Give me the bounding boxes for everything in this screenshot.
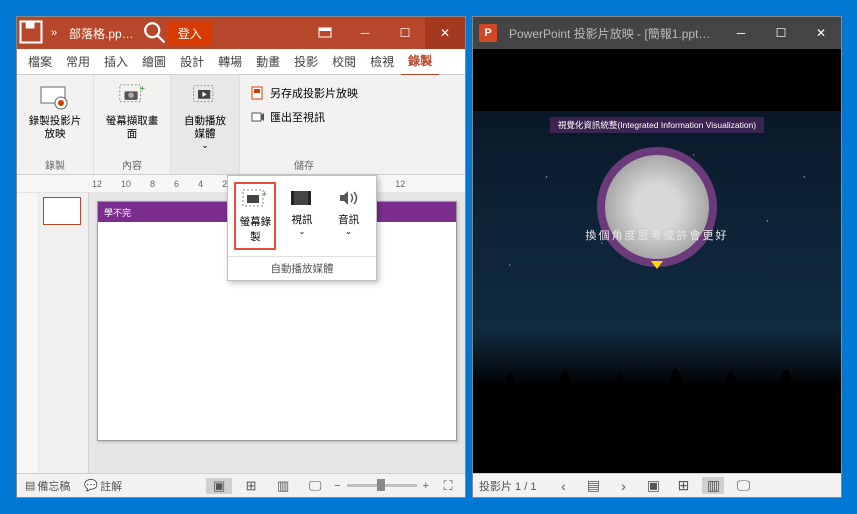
tab-recording[interactable]: 錄製 [401, 48, 439, 76]
statusbar: 投影片 1 / 1 ‹ ▤ › ▣ ⊞ ▥ 🖵 [473, 473, 841, 497]
autoplay-media-button[interactable]: 自動播放媒體 ⌄ [177, 77, 233, 155]
maximize-button[interactable]: ☐ [385, 17, 425, 49]
ribbon-tabs: 檔案 常用 插入 繪圖 設計 轉場 動畫 投影 校閱 檢視 錄製 [17, 49, 465, 75]
document-title: 部落格.pp… [63, 25, 140, 42]
normal-view-button[interactable]: ▣ [642, 477, 664, 494]
powerpoint-slideshow-window: P PowerPoint 投影片放映 - [簡報1.ppt… ─ ☐ ✕ 視覺化… [472, 16, 842, 498]
ribbon-display-icon[interactable] [305, 17, 345, 49]
cmd-label: 匯出至視訊 [270, 109, 325, 125]
vertical-ruler [17, 193, 39, 473]
minimize-button[interactable]: ─ [345, 17, 385, 49]
tab-file[interactable]: 檔案 [21, 49, 59, 75]
audio-option[interactable]: 音訊 ⌄ [328, 182, 370, 250]
export-video-button[interactable]: 匯出至視訊 [246, 107, 329, 127]
prev-slide-button[interactable]: ‹ [552, 478, 574, 494]
window-title: PowerPoint 投影片放映 - [簡報1.ppt… [503, 25, 721, 42]
close-button[interactable]: ✕ [425, 17, 465, 49]
titlebar: P PowerPoint 投影片放映 - [簡報1.ppt… ─ ☐ ✕ [473, 17, 841, 49]
powerpoint-editor-window: » 部落格.pp… 登入 ─ ☐ ✕ 檔案 常用 插入 繪圖 設計 轉場 動畫 … [16, 16, 466, 498]
minimize-button[interactable]: ─ [721, 17, 761, 49]
video-file-icon [250, 109, 266, 125]
record-icon [39, 81, 71, 113]
video-icon [288, 186, 316, 210]
thumbnail-pane[interactable] [39, 193, 89, 473]
slide-counter: 投影片 1 / 1 [479, 478, 536, 494]
maximize-button[interactable]: ☐ [761, 17, 801, 49]
save-as-slideshow-button[interactable]: 另存成投影片放映 [246, 83, 362, 103]
statusbar: ▤ 備忘稿 💬 註解 ▣ ⊞ ▥ 🖵 − + ⛶ [17, 473, 465, 497]
group-label: 錄製 [45, 155, 65, 174]
ribbon-group-content: + 螢幕擷取畫面 內容 [94, 75, 171, 174]
tab-review[interactable]: 校閱 [325, 49, 363, 75]
search-icon[interactable] [140, 18, 168, 49]
reading-view-button[interactable]: ▥ [702, 477, 724, 494]
audio-icon [335, 186, 363, 210]
fit-window-button[interactable]: ⛶ [435, 478, 461, 494]
tab-insert[interactable]: 插入 [97, 49, 135, 75]
next-slide-button[interactable]: › [612, 478, 634, 494]
dropdown-footer: 自動播放媒體 [228, 256, 376, 280]
video-option[interactable]: 視訊 ⌄ [281, 182, 323, 250]
option-label: 音訊 [338, 212, 359, 227]
tab-transitions[interactable]: 轉場 [211, 49, 249, 75]
camera-icon: + [116, 81, 148, 113]
notes-icon: ▤ [25, 479, 35, 492]
sorter-view-button[interactable]: ⊞ [238, 478, 264, 494]
tab-design[interactable]: 設計 [173, 49, 211, 75]
sorter-view-button[interactable]: ⊞ [672, 477, 694, 494]
reading-view-button[interactable]: ▥ [270, 478, 296, 494]
comments-button[interactable]: 💬 註解 [80, 478, 126, 494]
button-label: 自動播放媒體 [179, 115, 231, 140]
record-slideshow-button[interactable]: 錄製投影片放映 [23, 77, 87, 144]
svg-text:+: + [262, 189, 267, 199]
slideshow-view-button[interactable]: 🖵 [302, 478, 328, 494]
group-label: 內容 [122, 155, 142, 174]
powerpoint-icon: P [479, 24, 497, 42]
tab-animations[interactable]: 動畫 [249, 49, 287, 75]
ribbon-group-autoplay: 自動播放媒體 ⌄ [171, 75, 240, 174]
group-label [204, 159, 207, 174]
indicator-triangle-icon [651, 261, 663, 269]
slide-thumbnail[interactable] [43, 197, 81, 225]
login-button[interactable]: 登入 [168, 21, 212, 46]
normal-view-button[interactable]: ▣ [206, 478, 232, 494]
button-label: 錄製投影片放映 [25, 115, 85, 140]
group-label: 儲存 [294, 155, 314, 174]
comments-icon: 💬 [84, 479, 98, 492]
screenshot-button[interactable]: + 螢幕擷取畫面 [100, 77, 164, 144]
save-icon[interactable] [17, 18, 45, 49]
ribbon-group-record: 錄製投影片放映 錄製 [17, 75, 94, 174]
zoom-out-button[interactable]: − [334, 480, 340, 492]
zoom-in-button[interactable]: + [423, 480, 429, 492]
tab-slideshow[interactable]: 投影 [287, 49, 325, 75]
close-button[interactable]: ✕ [801, 17, 841, 49]
trees-silhouette [473, 331, 841, 411]
slideshow-area[interactable]: 視覺化資訊統整(Integrated Information Visualiza… [473, 49, 841, 473]
slideshow-file-icon [250, 85, 266, 101]
presented-slide: 視覺化資訊統整(Integrated Information Visualiza… [473, 111, 841, 411]
cmd-label: 另存成投影片放映 [270, 85, 358, 101]
button-label: 螢幕擷取畫面 [102, 115, 162, 140]
chevron-right-icon[interactable]: » [45, 27, 63, 39]
slideshow-view-button[interactable]: 🖵 [732, 477, 754, 494]
portrait-image [597, 147, 717, 267]
info-banner: 視覺化資訊統整(Integrated Information Visualiza… [550, 117, 764, 133]
autoplay-media-dropdown: + 螢幕錄製 視訊 ⌄ 音訊 ⌄ [227, 175, 377, 281]
menu-button[interactable]: ▤ [582, 477, 604, 494]
svg-text:+: + [140, 83, 145, 93]
titlebar: » 部落格.pp… 登入 ─ ☐ ✕ [17, 17, 465, 49]
arc-text: 換個角度思考或許會更好 [557, 226, 757, 244]
tab-view[interactable]: 檢視 [363, 49, 401, 75]
ribbon: 錄製投影片放映 錄製 + 螢幕擷取畫面 內容 [17, 75, 465, 175]
option-label: 視訊 [291, 212, 312, 227]
notes-button[interactable]: ▤ 備忘稿 [21, 478, 74, 494]
ribbon-group-save: 另存成投影片放映 匯出至視訊 儲存 [240, 75, 368, 174]
option-label: 螢幕錄製 [238, 214, 272, 244]
screen-recording-option[interactable]: + 螢幕錄製 [234, 182, 276, 250]
media-icon [189, 81, 221, 113]
zoom-slider[interactable] [347, 484, 417, 487]
tab-home[interactable]: 常用 [59, 49, 97, 75]
screen-record-icon: + [241, 188, 269, 212]
tab-draw[interactable]: 繪圖 [135, 49, 173, 75]
